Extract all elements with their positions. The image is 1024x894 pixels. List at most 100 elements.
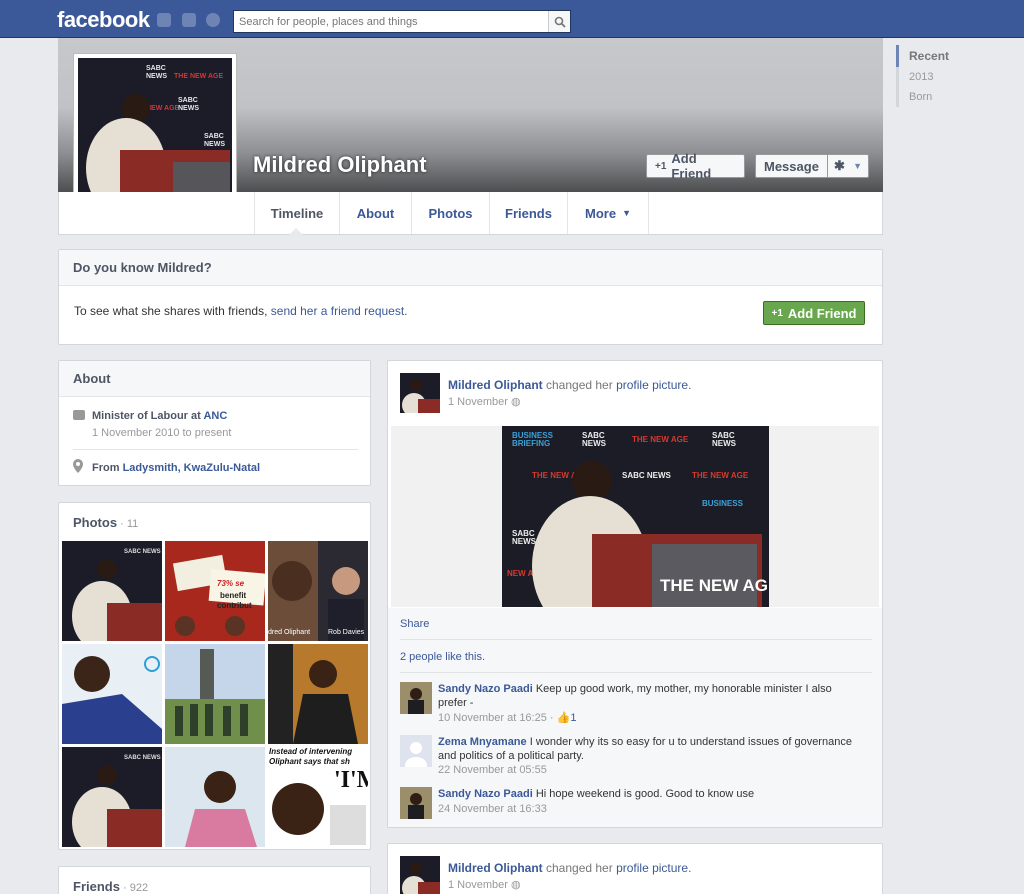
- commenter-avatar[interactable]: [400, 787, 432, 819]
- tab-about[interactable]: About: [339, 192, 411, 234]
- svg-text:NEWS: NEWS: [582, 439, 607, 448]
- comment-like-count[interactable]: 1: [570, 712, 576, 724]
- svg-text:THE NEW AGE: THE NEW AGE: [632, 435, 689, 444]
- commenter-name-link[interactable]: Sandy Nazo Paadi: [438, 683, 533, 695]
- photos-title[interactable]: Photos · 11: [73, 515, 138, 530]
- about-job-dates: 1 November 2010 to present: [92, 427, 232, 439]
- friends-title[interactable]: Friends · 922: [73, 879, 148, 894]
- commenter-avatar[interactable]: [400, 735, 432, 767]
- anc-link[interactable]: ANC: [203, 410, 227, 422]
- comment-timestamp[interactable]: 22 November at 05:55: [438, 764, 547, 776]
- post-author-link[interactable]: Mildred Oliphant: [448, 378, 543, 392]
- timeline-post: Mildred Oliphant changed her profile pic…: [387, 843, 883, 894]
- active-tab-indicator: [289, 228, 303, 235]
- commenter-name-link[interactable]: Sandy Nazo Paadi: [438, 788, 533, 800]
- post-date-text: 1 November: [448, 879, 508, 891]
- svg-text:THE NEW AGE: THE NEW AGE: [174, 73, 223, 80]
- tab-photos[interactable]: Photos: [411, 192, 489, 234]
- svg-text:NEWS: NEWS: [146, 73, 167, 80]
- about-from-text: From: [92, 462, 123, 474]
- svg-text:SABC NEWS: SABC NEWS: [124, 755, 161, 761]
- post-date[interactable]: 1 November ◍: [448, 878, 521, 891]
- tab-more[interactable]: More ▼: [567, 192, 649, 234]
- like-thumb-icon[interactable]: 👍: [557, 712, 571, 724]
- search-icon[interactable]: [548, 11, 570, 32]
- friends-count: 922: [129, 882, 149, 894]
- profile-picture-link[interactable]: profile picture.: [616, 861, 691, 875]
- post-action-text: changed her: [542, 378, 617, 392]
- notifications-globe-icon[interactable]: [206, 13, 220, 27]
- comment-timestamp[interactable]: 10 November at 16:25: [438, 712, 547, 724]
- post-date[interactable]: 1 November ◍: [448, 395, 521, 408]
- photo-thumbnail[interactable]: [165, 747, 265, 847]
- timeline-nav-born[interactable]: Born: [896, 87, 996, 107]
- post-author-avatar[interactable]: [400, 856, 440, 894]
- about-job: Minister of Labour at ANC: [92, 410, 227, 422]
- post-photo[interactable]: BUSINESS BRIEFING SABC NEWS THE NEW AGE SA…: [502, 426, 769, 607]
- photo-thumbnail[interactable]: [62, 644, 162, 744]
- add-friend-label: Add Friend: [671, 151, 712, 181]
- svg-text:NEWS: NEWS: [512, 537, 537, 546]
- comment-text: Hi hope weekend is good. Good to know us…: [532, 788, 755, 800]
- comment-timestamp[interactable]: 24 November at 16:33: [438, 803, 547, 815]
- commenter-name-link[interactable]: Zema Mnyamane: [438, 736, 527, 748]
- facebook-logo[interactable]: facebook: [57, 7, 150, 33]
- gear-icon: ✱: [834, 158, 845, 173]
- add-friend-button[interactable]: +1 Add Friend: [646, 151, 745, 181]
- profile-tabs: Timeline About Photos Friends More ▼: [58, 192, 883, 235]
- friends-title-label: Friends: [73, 879, 120, 894]
- headline-text: Oliphant says that sh: [269, 757, 350, 766]
- svg-text:NEWS: NEWS: [178, 105, 199, 112]
- hometown-link[interactable]: Ladysmith, KwaZulu-Natal: [123, 462, 261, 474]
- tab-friends[interactable]: Friends: [489, 192, 567, 234]
- add-friend-green-button[interactable]: +1 Add Friend: [763, 301, 865, 325]
- svg-text:BRIEFING: BRIEFING: [512, 439, 550, 448]
- share-link[interactable]: Share: [400, 618, 429, 630]
- svg-text:SABC NEWS: SABC NEWS: [622, 471, 672, 480]
- tab-friends-label: Friends: [505, 205, 552, 221]
- photo-thumbnail[interactable]: [165, 644, 265, 744]
- search-input[interactable]: Search for people, places and things: [233, 10, 571, 33]
- timeline-nav-recent[interactable]: Recent: [896, 45, 996, 67]
- svg-text:THE NEW AGE: THE NEW AGE: [660, 576, 769, 595]
- about-title[interactable]: About: [59, 361, 370, 397]
- photo-thumbnail[interactable]: SABC NEWS: [62, 747, 162, 847]
- settings-dropdown-button[interactable]: ✱ ▼: [827, 154, 869, 178]
- photo-thumbnail[interactable]: Instead of intervening Oliphant says tha…: [268, 747, 368, 847]
- photo-thumbnail[interactable]: SABC NEWS: [62, 541, 162, 641]
- timeline-nav-2013[interactable]: 2013: [896, 67, 996, 87]
- friend-requests-icon[interactable]: [157, 13, 171, 27]
- sign-text: contribut: [217, 601, 252, 610]
- add-friend-icon: +1: [655, 160, 667, 172]
- post-author-link[interactable]: Mildred Oliphant: [448, 861, 543, 875]
- about-job-text: Minister of Labour at: [92, 410, 204, 422]
- photo-thumbnail[interactable]: [268, 644, 368, 744]
- chevron-down-icon: ▼: [622, 208, 631, 218]
- tab-photos-label: Photos: [428, 205, 473, 221]
- post-header: Mildred Oliphant changed her profile pic…: [448, 861, 691, 875]
- profile-name[interactable]: Mildred Oliphant: [253, 152, 427, 178]
- add-friend-icon: +1: [771, 307, 783, 319]
- friends-card: Friends · 922: [58, 866, 371, 894]
- messages-icon[interactable]: [182, 13, 196, 27]
- svg-text:NEWS: NEWS: [204, 141, 225, 148]
- tab-timeline-label: Timeline: [270, 205, 324, 221]
- search-placeholder: Search for people, places and things: [239, 16, 418, 28]
- photo-thumbnail[interactable]: dred Oliphant Rob Davies: [268, 541, 368, 641]
- sign-text: benefit: [220, 591, 247, 600]
- commenter-avatar[interactable]: [400, 682, 432, 714]
- likes-link[interactable]: 2 people like this.: [400, 651, 485, 663]
- photo-thumbnail[interactable]: 73% se benefit contribut: [165, 541, 265, 641]
- svg-text:SABC NEWS: SABC NEWS: [124, 549, 161, 555]
- photos-title-label: Photos: [73, 515, 118, 530]
- message-button[interactable]: Message: [755, 154, 828, 178]
- send-friend-request-link[interactable]: send her a friend request.: [271, 304, 408, 318]
- message-label: Message: [764, 158, 819, 174]
- svg-text:SABC: SABC: [204, 133, 224, 140]
- post-author-avatar[interactable]: [400, 373, 440, 413]
- profile-picture-link[interactable]: profile picture.: [616, 378, 691, 392]
- comment-meta: 10 November at 16:25 · 👍1: [438, 712, 577, 724]
- comment: Sandy Nazo Paadi Keep up good work, my m…: [438, 682, 858, 710]
- divider: [400, 672, 872, 673]
- about-from: From Ladysmith, KwaZulu-Natal: [92, 462, 260, 474]
